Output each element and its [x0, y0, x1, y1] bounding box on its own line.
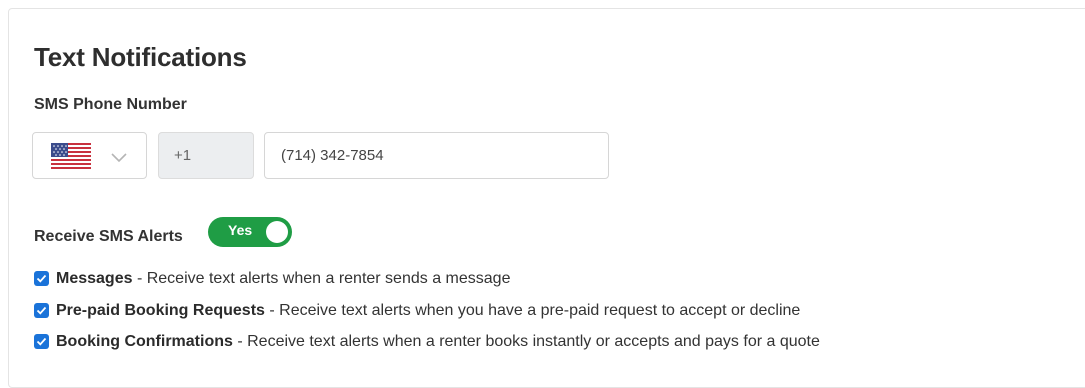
messages-checkbox[interactable]: [34, 271, 49, 286]
booking-confirmations-checkbox[interactable]: [34, 334, 49, 349]
option-title: Pre-paid Booking Requests: [56, 302, 265, 319]
option-description: Receive text alerts when a renter sends …: [146, 270, 511, 287]
checkmark-icon: [36, 306, 47, 315]
option-description: Receive text alerts when you have a pre-…: [279, 302, 801, 319]
sms-alerts-toggle[interactable]: Yes: [208, 217, 292, 247]
checkmark-icon: [36, 337, 47, 346]
prepaid-booking-requests-checkbox[interactable]: [34, 303, 49, 318]
section-title: Text Notifications: [34, 42, 247, 72]
phone-number-label: SMS Phone Number: [34, 96, 187, 113]
chevron-down-icon: [111, 153, 127, 163]
phone-number-input[interactable]: [264, 132, 609, 179]
option-separator: -: [264, 302, 280, 319]
us-flag-icon: [51, 143, 91, 169]
dial-code-field: +1: [158, 132, 254, 179]
country-select[interactable]: [32, 132, 147, 179]
option-title: Messages: [56, 270, 133, 287]
receive-sms-alerts-label: Receive SMS Alerts: [34, 228, 183, 245]
option-description: Receive text alerts when a renter books …: [247, 333, 820, 350]
checkmark-icon: [36, 274, 47, 283]
toggle-knob: [266, 221, 288, 243]
option-text: Booking Confirmations - Receive text ale…: [56, 331, 820, 353]
option-text: Messages - Receive text alerts when a re…: [56, 268, 510, 290]
option-separator: -: [132, 270, 147, 287]
toggle-label: Yes: [228, 222, 253, 238]
option-title: Booking Confirmations: [56, 333, 233, 350]
option-text: Pre-paid Booking Requests - Receive text…: [56, 300, 800, 322]
option-separator: -: [232, 333, 248, 350]
